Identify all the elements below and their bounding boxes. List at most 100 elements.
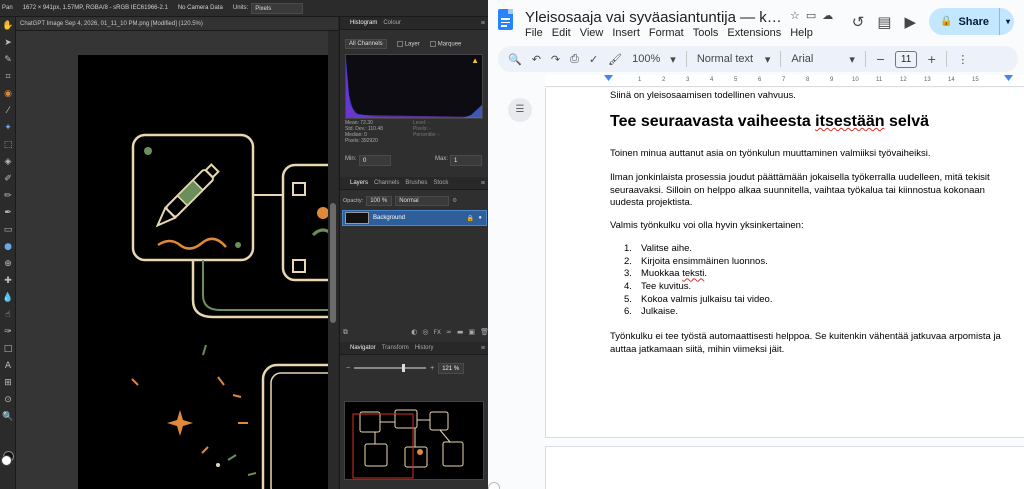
- zoom-select[interactable]: 100%: [632, 53, 660, 65]
- print-icon[interactable]: ⎙: [570, 52, 579, 66]
- layer-options-gear-icon[interactable]: ⚙: [452, 198, 457, 204]
- layer-checkbox[interactable]: [396, 40, 403, 47]
- mask-icon[interactable]: ⧉: [343, 328, 348, 337]
- chevron-down-icon[interactable]: ▾: [849, 53, 855, 66]
- selection-brush-icon[interactable]: ⁄: [2, 105, 14, 117]
- document-tab[interactable]: ChatGPT Image Sep 4, 2026, 01_11_10 PM.p…: [16, 17, 338, 31]
- color-picker-icon[interactable]: ◉: [2, 88, 14, 100]
- marquee-option[interactable]: Marquee: [429, 40, 461, 47]
- marquee-tool-icon[interactable]: ⬚: [2, 139, 14, 151]
- increase-font-size-icon[interactable]: +: [927, 53, 936, 66]
- next-page[interactable]: [545, 446, 1024, 489]
- magic-wand-icon[interactable]: ✦: [2, 122, 14, 134]
- tab-brushes[interactable]: Brushes: [405, 180, 427, 186]
- menu-help[interactable]: Help: [790, 27, 813, 39]
- docs-logo-icon[interactable]: [498, 9, 513, 30]
- warning-icon[interactable]: ▲: [471, 57, 479, 65]
- version-history-icon[interactable]: ↺: [852, 13, 865, 31]
- document-title[interactable]: Yleisosaaja vai syväasiantuntija — kumpi…: [525, 9, 790, 26]
- right-indent-marker[interactable]: [1004, 75, 1013, 81]
- share-button[interactable]: 🔒 Share ▾: [929, 8, 1014, 35]
- group-folder-icon[interactable]: ▬: [457, 328, 464, 336]
- zoom-tool-icon[interactable]: 🔍: [2, 411, 14, 423]
- mixer-brush-icon[interactable]: ✒: [2, 207, 14, 219]
- brush-tool-icon[interactable]: ✎: [2, 54, 14, 66]
- units-select[interactable]: Pixels: [251, 2, 304, 14]
- navigator-preview[interactable]: [344, 401, 484, 480]
- menu-file[interactable]: File: [525, 27, 543, 39]
- chevron-down-icon[interactable]: ▾: [765, 53, 771, 66]
- move-tool-icon[interactable]: ➤: [2, 37, 14, 49]
- add-layer-icon[interactable]: ▣: [468, 328, 475, 336]
- paint-brush-icon[interactable]: ✐: [2, 173, 14, 185]
- marquee-checkbox[interactable]: [429, 40, 436, 47]
- horizontal-ruler[interactable]: 1 2 3 4 5 6 7 8 9 10 11 12 13 14 15: [545, 75, 1024, 87]
- tab-history[interactable]: History: [415, 345, 434, 351]
- fx-icon[interactable]: FX: [433, 329, 441, 336]
- spellcheck-icon[interactable]: ✓: [589, 53, 598, 66]
- link-icon[interactable]: ∞: [446, 328, 452, 336]
- undo-icon[interactable]: ↶: [532, 53, 541, 66]
- scroll-button[interactable]: [488, 482, 500, 489]
- zoom-in-icon[interactable]: +: [430, 365, 434, 372]
- pencil-tool-icon[interactable]: ✏: [2, 190, 14, 202]
- spelling-flagged-word[interactable]: teksti: [682, 268, 704, 279]
- spelling-flagged-word[interactable]: itsestään: [815, 113, 884, 130]
- panel-menu-icon[interactable]: ≡: [481, 345, 485, 352]
- blend-mode-select[interactable]: Normal: [395, 195, 450, 206]
- erase-tool-icon[interactable]: ▭: [2, 224, 14, 236]
- cloud-status-icon[interactable]: ☁: [822, 9, 833, 22]
- meet-icon[interactable]: ▶: [904, 13, 916, 31]
- zoom-slider-knob[interactable]: [402, 364, 406, 372]
- search-menus-icon[interactable]: 🔍: [508, 53, 522, 66]
- opacity-select[interactable]: 100 %: [366, 195, 393, 206]
- adjustment-icon[interactable]: ◐: [411, 328, 417, 336]
- mesh-warp-icon[interactable]: ⊞: [2, 377, 14, 389]
- tab-navigator[interactable]: Navigator: [350, 345, 376, 351]
- smudge-tool-icon[interactable]: ☝: [2, 309, 14, 321]
- style-select[interactable]: Normal text: [697, 53, 755, 65]
- zoom-input[interactable]: 121 %: [438, 362, 465, 374]
- max-input[interactable]: 1: [450, 155, 482, 166]
- shape-tool-icon[interactable]: □: [2, 343, 14, 355]
- text-tool-icon[interactable]: A: [2, 360, 14, 372]
- healing-brush-icon[interactable]: ✚: [2, 275, 14, 287]
- crop-tool-icon[interactable]: ⌗: [2, 71, 14, 83]
- menu-view[interactable]: View: [580, 27, 604, 39]
- panel-menu-icon[interactable]: ≡: [481, 180, 485, 187]
- comments-icon[interactable]: ▤: [877, 13, 891, 31]
- paint-format-icon[interactable]: 🖌: [608, 53, 622, 66]
- more-options-icon[interactable]: ⋮: [957, 53, 968, 66]
- menu-extensions[interactable]: Extensions: [727, 27, 781, 39]
- menu-insert[interactable]: Insert: [612, 27, 640, 39]
- redo-icon[interactable]: ↷: [551, 53, 560, 66]
- layer-option[interactable]: Layer: [396, 40, 420, 47]
- menu-tools[interactable]: Tools: [693, 27, 719, 39]
- visibility-icon[interactable]: ●: [478, 215, 482, 221]
- min-input[interactable]: 0: [359, 155, 391, 166]
- document-page[interactable]: Siinä on yleisosaamisen todellinen vahvu…: [545, 88, 1024, 438]
- move-folder-icon[interactable]: ▭: [806, 9, 816, 22]
- chevron-down-icon[interactable]: ▾: [670, 53, 676, 66]
- canvas-vertical-scrollbar[interactable]: [328, 31, 338, 489]
- zoom-out-icon[interactable]: −: [346, 365, 350, 372]
- hand-tool-icon[interactable]: ✋: [2, 20, 14, 32]
- tab-channels[interactable]: Channels: [374, 180, 399, 186]
- left-indent-marker[interactable]: [604, 75, 613, 81]
- tab-layers[interactable]: Layers: [350, 180, 368, 186]
- font-size-input[interactable]: 11: [895, 50, 918, 68]
- dodge-tool-icon[interactable]: ●: [2, 241, 14, 253]
- flood-fill-icon[interactable]: ◈: [2, 156, 14, 168]
- document-outline-icon[interactable]: ☰: [508, 98, 532, 122]
- menu-edit[interactable]: Edit: [552, 27, 571, 39]
- clone-tool-icon[interactable]: ⊕: [2, 258, 14, 270]
- delete-layer-icon[interactable]: 🗑: [480, 328, 488, 336]
- chevron-down-icon[interactable]: ▾: [1006, 17, 1010, 26]
- panel-menu-icon[interactable]: ≡: [481, 20, 485, 27]
- foreground-color-swatch[interactable]: [1, 455, 12, 466]
- blur-tool-icon[interactable]: 💧: [2, 292, 14, 304]
- font-select[interactable]: Arial: [791, 53, 839, 65]
- lock-icon[interactable]: 🔒: [467, 215, 474, 222]
- red-eye-tool-icon[interactable]: ⊙: [2, 394, 14, 406]
- channel-select[interactable]: All Channels: [345, 39, 387, 49]
